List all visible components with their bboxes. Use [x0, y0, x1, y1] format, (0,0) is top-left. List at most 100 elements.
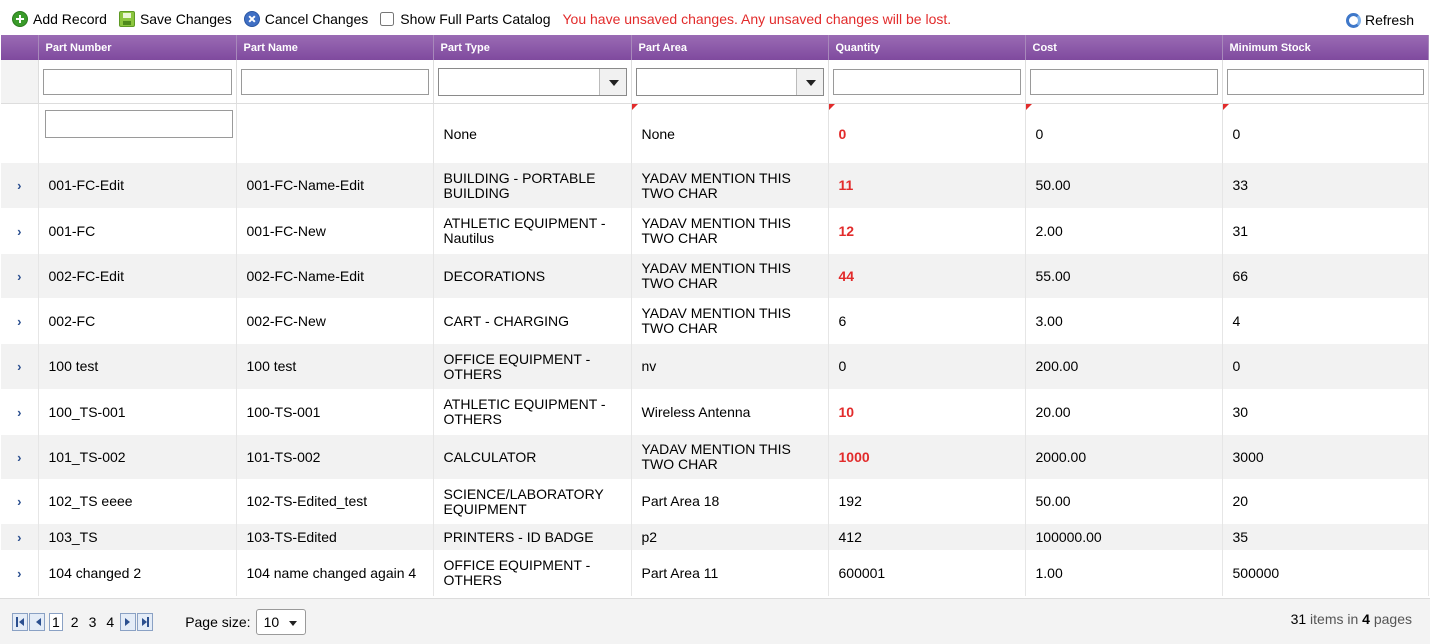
- cell-minimum-stock[interactable]: 33: [1222, 163, 1429, 208]
- header-part-area[interactable]: Part Area: [631, 35, 829, 60]
- new-row-cost-cell[interactable]: 0: [1025, 103, 1223, 163]
- filter-cost-input[interactable]: [1029, 68, 1218, 95]
- cell-part-area[interactable]: Wireless Antenna: [631, 389, 829, 435]
- cell-part-number[interactable]: 001-FC: [38, 208, 237, 254]
- refresh-button[interactable]: Refresh: [1345, 12, 1414, 28]
- cell-part-area[interactable]: YADAV MENTION THIS TWO CHAR: [631, 208, 829, 254]
- header-part-type[interactable]: Part Type: [433, 35, 632, 60]
- cell-cost[interactable]: 50.00: [1025, 163, 1223, 208]
- filter-part-type-select[interactable]: [437, 67, 627, 96]
- cell-part-area[interactable]: YADAV MENTION THIS TWO CHAR: [631, 435, 829, 479]
- cancel-changes-button[interactable]: Cancel Changes: [243, 11, 368, 27]
- cell-minimum-stock[interactable]: 3000: [1222, 435, 1429, 479]
- table-row[interactable]: › 001-FC 001-FC-New ATHLETIC EQUIPMENT - Na…: [1, 208, 1429, 254]
- table-row[interactable]: › 100 test 100 test OFFICE EQUIPMENT - OTHE…: [1, 344, 1429, 389]
- cell-part-number[interactable]: 103_TS: [38, 524, 237, 550]
- table-row[interactable]: › 002-FC 002-FC-New CART - CHARGING YADAV ME…: [1, 298, 1429, 344]
- expand-row-icon[interactable]: ›: [17, 269, 21, 284]
- cell-part-type[interactable]: SCIENCE/LABORATORY EQUIPMENT: [433, 479, 632, 524]
- cell-part-number[interactable]: 001-FC-Edit: [38, 163, 237, 208]
- expand-row-icon[interactable]: ›: [17, 224, 21, 239]
- cell-quantity[interactable]: 44: [828, 254, 1026, 298]
- page-number-3[interactable]: 3: [89, 614, 97, 630]
- table-row[interactable]: › 002-FC-Edit 002-FC-Name-Edit DECORATIONS Y…: [1, 254, 1429, 298]
- expand-row-icon[interactable]: ›: [17, 359, 21, 374]
- cell-quantity[interactable]: 12: [828, 208, 1026, 254]
- cell-part-type[interactable]: CART - CHARGING: [433, 298, 632, 344]
- cell-minimum-stock[interactable]: 31: [1222, 208, 1429, 254]
- expand-row-icon[interactable]: ›: [17, 314, 21, 329]
- expand-row-icon[interactable]: ›: [17, 405, 21, 420]
- cell-part-type[interactable]: ATHLETIC EQUIPMENT - OTHERS: [433, 389, 632, 435]
- cell-part-number[interactable]: 100 test: [38, 344, 237, 389]
- table-row[interactable]: › 001-FC-Edit 001-FC-Name-Edit BUILDING - P…: [1, 163, 1429, 208]
- cell-part-name[interactable]: 101-TS-002: [236, 435, 434, 479]
- expand-row-icon[interactable]: ›: [17, 566, 21, 581]
- cell-part-name[interactable]: 002-FC-New: [236, 298, 434, 344]
- expand-row-icon[interactable]: ›: [17, 450, 21, 465]
- cell-minimum-stock[interactable]: 66: [1222, 254, 1429, 298]
- header-part-number[interactable]: Part Number: [38, 35, 237, 60]
- cell-part-name[interactable]: 002-FC-Name-Edit: [236, 254, 434, 298]
- filter-part-name-input[interactable]: [240, 68, 429, 95]
- expand-row-icon[interactable]: ›: [17, 178, 21, 193]
- cell-minimum-stock[interactable]: 4: [1222, 298, 1429, 344]
- show-full-catalog-checkbox[interactable]: [380, 12, 395, 26]
- cell-cost[interactable]: 100000.00: [1025, 524, 1223, 550]
- filter-quantity-input[interactable]: [832, 68, 1021, 95]
- cell-part-type[interactable]: PRINTERS - ID BADGE: [433, 524, 632, 550]
- page-number-2[interactable]: 2: [71, 614, 79, 630]
- cell-part-type[interactable]: BUILDING - PORTABLE BUILDING: [433, 163, 632, 208]
- page-number-4[interactable]: 4: [106, 614, 114, 630]
- cell-cost[interactable]: 50.00: [1025, 479, 1223, 524]
- cell-cost[interactable]: 2.00: [1025, 208, 1223, 254]
- cell-part-type[interactable]: CALCULATOR: [433, 435, 632, 479]
- chevron-down-icon[interactable]: [795, 68, 823, 95]
- cell-part-area[interactable]: YADAV MENTION THIS TWO CHAR: [631, 163, 829, 208]
- header-minimum-stock[interactable]: Minimum Stock: [1222, 35, 1429, 60]
- table-row[interactable]: › 101_TS-002 101-TS-002 CALCULATOR YADAV MEN…: [1, 435, 1429, 479]
- cell-part-area[interactable]: YADAV MENTION THIS TWO CHAR: [631, 298, 829, 344]
- show-full-catalog-toggle[interactable]: Show Full Parts Catalog: [380, 11, 550, 27]
- expand-row-icon[interactable]: ›: [17, 530, 21, 545]
- table-row[interactable]: › 100_TS-001 100-TS-001 ATHLETIC EQUIPMENT …: [1, 389, 1429, 435]
- header-cost[interactable]: Cost: [1025, 35, 1223, 60]
- table-row[interactable]: › 104 changed 2 104 name changed again 4 OF…: [1, 550, 1429, 596]
- filter-part-number-input[interactable]: [42, 68, 232, 95]
- cell-part-type[interactable]: DECORATIONS: [433, 254, 632, 298]
- page-size-select[interactable]: 10: [255, 608, 306, 635]
- new-row-quantity-cell[interactable]: 0: [828, 103, 1026, 163]
- new-row-part-type-cell[interactable]: None: [433, 103, 632, 163]
- chevron-down-icon[interactable]: [598, 68, 626, 95]
- cell-part-number[interactable]: 002-FC-Edit: [38, 254, 237, 298]
- cell-minimum-stock[interactable]: 35: [1222, 524, 1429, 550]
- table-row[interactable]: › 103_TS 103-TS-Edited PRINTERS - ID BADGE p…: [1, 524, 1429, 550]
- add-record-button[interactable]: Add Record: [12, 11, 107, 27]
- cell-quantity[interactable]: 1000: [828, 435, 1026, 479]
- cell-cost[interactable]: 55.00: [1025, 254, 1223, 298]
- cell-part-name[interactable]: 102-TS-Edited_test: [236, 479, 434, 524]
- last-page-button[interactable]: [137, 612, 154, 631]
- cell-part-name[interactable]: 100 test: [236, 344, 434, 389]
- cell-part-area[interactable]: Part Area 18: [631, 479, 829, 524]
- cell-part-area[interactable]: p2: [631, 524, 829, 550]
- filter-part-area-select[interactable]: [635, 67, 824, 96]
- cell-minimum-stock[interactable]: 500000: [1222, 550, 1429, 596]
- cell-cost[interactable]: 3.00: [1025, 298, 1223, 344]
- cell-minimum-stock[interactable]: 0: [1222, 344, 1429, 389]
- cell-quantity[interactable]: 10: [828, 389, 1026, 435]
- first-page-button[interactable]: [12, 612, 28, 631]
- expand-row-icon[interactable]: ›: [17, 494, 21, 509]
- cell-part-type[interactable]: OFFICE EQUIPMENT - OTHERS: [433, 550, 632, 596]
- cell-part-number[interactable]: 100_TS-001: [38, 389, 237, 435]
- header-quantity[interactable]: Quantity: [828, 35, 1026, 60]
- cell-quantity[interactable]: 412: [828, 524, 1026, 550]
- cell-part-area[interactable]: nv: [631, 344, 829, 389]
- new-row-minimum-stock-cell[interactable]: 0: [1222, 103, 1429, 163]
- cell-cost[interactable]: 2000.00: [1025, 435, 1223, 479]
- cell-part-number[interactable]: 101_TS-002: [38, 435, 237, 479]
- cell-part-number[interactable]: 104 changed 2: [38, 550, 237, 596]
- cell-part-type[interactable]: OFFICE EQUIPMENT - OTHERS: [433, 344, 632, 389]
- cell-part-area[interactable]: YADAV MENTION THIS TWO CHAR: [631, 254, 829, 298]
- cell-quantity[interactable]: 600001: [828, 550, 1026, 596]
